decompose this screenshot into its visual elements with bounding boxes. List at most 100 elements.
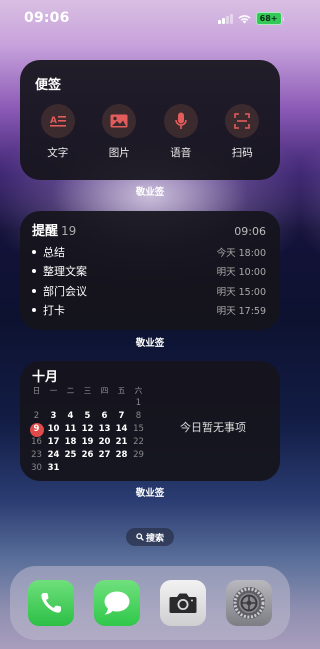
dock [10,566,290,640]
calendar-day[interactable]: 25 [62,449,79,462]
camera-app[interactable] [160,580,206,626]
note-action-voice[interactable]: 语音 [157,104,205,160]
calendar-day[interactable]: 14 [113,423,130,436]
note-action-label: 扫码 [231,147,253,159]
search-icon [136,533,144,541]
calendar-empty-text: 今日暂无事项 [180,421,246,434]
calendar-week-row: 23 24 25 26 27 28 29 [28,449,168,462]
reminder-due: 明天 10:00 [216,267,266,279]
calendar-grid: 日一二三四五六 1 2 3 4 5 6 7 8 9 10 11 12 13 14 15 16 17 18 19 20 21… [28,384,168,475]
wifi-icon [238,14,251,23]
reminder-item[interactable]: 打卡 明天 17:59 [32,301,266,321]
messages-app[interactable] [94,580,140,626]
camera-icon [169,593,197,613]
phone-app[interactable] [28,580,74,626]
calendar-day-today[interactable]: 9 [28,422,45,437]
note-action-label: 图片 [108,147,130,159]
calendar-weekday: 三 [83,386,92,395]
battery-level: 68+ [255,12,282,25]
reminder-due: 明天 15:00 [216,286,266,298]
reminder-item[interactable]: 整理文案 明天 10:00 [32,262,266,282]
calendar-week-row: 16 17 18 19 20 21 22 [28,436,168,449]
calendar-day[interactable]: 4 [62,410,79,423]
reminder-text: 打卡 [43,304,65,318]
calendar-weekday-row: 日一二三四五六 [28,384,168,397]
phone-icon [41,593,61,613]
reminder-due: 今天 18:00 [216,247,266,259]
calendar-day[interactable]: 1 [130,397,147,410]
calendar-day[interactable]: 28 [113,449,130,462]
note-action-label: 文字 [47,147,69,159]
calendar-day[interactable]: 19 [79,436,96,449]
calendar-day[interactable]: 15 [130,423,147,436]
reminder-item[interactable]: 总结 今天 18:00 [32,242,266,262]
notes-actions: A 文字 图片 语音 扫码 [20,104,280,160]
calendar-weekday: 五 [117,386,126,395]
status-icons: 68+ [218,12,284,25]
calendar-day[interactable]: 23 [28,449,45,462]
reminder-text: 部门会议 [43,284,87,298]
calendar-day[interactable]: 20 [96,436,113,449]
bullet-icon [32,308,36,313]
calendar-day[interactable]: 8 [130,410,147,423]
reminder-widget[interactable]: 提醒 19 09:06 总结 今天 18:00 整理文案 明天 10:00 部门会… [20,211,280,330]
calendar-day[interactable]: 29 [130,449,147,462]
calendar-weekday: 一 [49,386,58,395]
calendar-week-row: 2345678 [28,410,168,423]
calendar-day[interactable]: 18 [62,436,79,449]
reminder-count: 19 [61,224,77,238]
bullet-icon [32,269,36,274]
note-action-text[interactable]: A 文字 [34,104,82,160]
calendar-week-row: 1 [28,397,168,410]
notes-widget-title: 便签 [35,78,62,93]
calendar-weekday: 四 [100,386,109,395]
settings-app[interactable] [226,580,272,626]
calendar-day[interactable]: 13 [96,423,113,436]
calendar-week-row: 9 10 11 12 13 14 15 [28,422,168,437]
calendar-widget-caption: 敬业签 [135,488,165,499]
battery-icon: 68+ [255,12,284,25]
microphone-icon [174,112,187,129]
calendar-day[interactable]: 31 [45,462,62,475]
message-icon [104,591,130,615]
notes-widget-caption: 敬业签 [135,187,165,198]
calendar-day[interactable]: 2 [28,410,45,423]
calendar-day[interactable]: 11 [62,423,79,436]
calendar-day[interactable]: 26 [79,449,96,462]
note-action-scan[interactable]: 扫码 [218,104,266,160]
calendar-day[interactable]: 30 [28,462,45,475]
reminder-item[interactable]: 部门会议 明天 15:00 [32,281,266,301]
calendar-day[interactable]: 12 [79,423,96,436]
calendar-day[interactable]: 27 [96,449,113,462]
calendar-widget[interactable]: 十月 日一二三四五六 1 2 3 4 5 6 7 8 9 10 11 12 13 14 15 16 17 18 19 2… [20,361,280,481]
search-button[interactable]: 搜索 [126,528,174,546]
calendar-weekday: 日 [32,386,41,395]
reminder-header: 提醒 19 09:06 [32,220,266,239]
calendar-day[interactable]: 21 [113,436,130,449]
text-icon: A [49,116,66,127]
gear-icon [233,587,265,619]
reminder-list: 总结 今天 18:00 整理文案 明天 10:00 部门会议 明天 15:00 … [32,242,266,320]
calendar-day[interactable]: 5 [79,410,96,423]
calendar-day[interactable]: 24 [45,449,62,462]
status-bar: 09:06 68+ [0,0,300,36]
calendar-day[interactable]: 7 [113,410,130,423]
calendar-day[interactable]: 17 [45,436,62,449]
calendar-day[interactable]: 6 [96,410,113,423]
notes-widget[interactable]: 便签 A 文字 图片 语音 扫码 [20,60,280,180]
status-time: 09:06 [24,10,70,26]
calendar-weekday: 二 [66,386,75,395]
calendar-day[interactable]: 3 [45,410,62,423]
reminder-due: 明天 17:59 [216,306,266,318]
calendar-day[interactable]: 16 [28,436,45,449]
calendar-weekday: 六 [134,386,143,395]
reminder-text: 总结 [43,245,65,259]
calendar-month: 十月 [32,370,59,385]
calendar-day[interactable]: 10 [45,423,62,436]
reminder-widget-caption: 敬业签 [135,338,165,349]
bullet-icon [32,249,36,254]
reminder-title: 提醒 [32,224,59,239]
search-label: 搜索 [145,533,164,544]
calendar-day[interactable]: 22 [130,436,147,449]
note-action-image[interactable]: 图片 [95,104,143,160]
